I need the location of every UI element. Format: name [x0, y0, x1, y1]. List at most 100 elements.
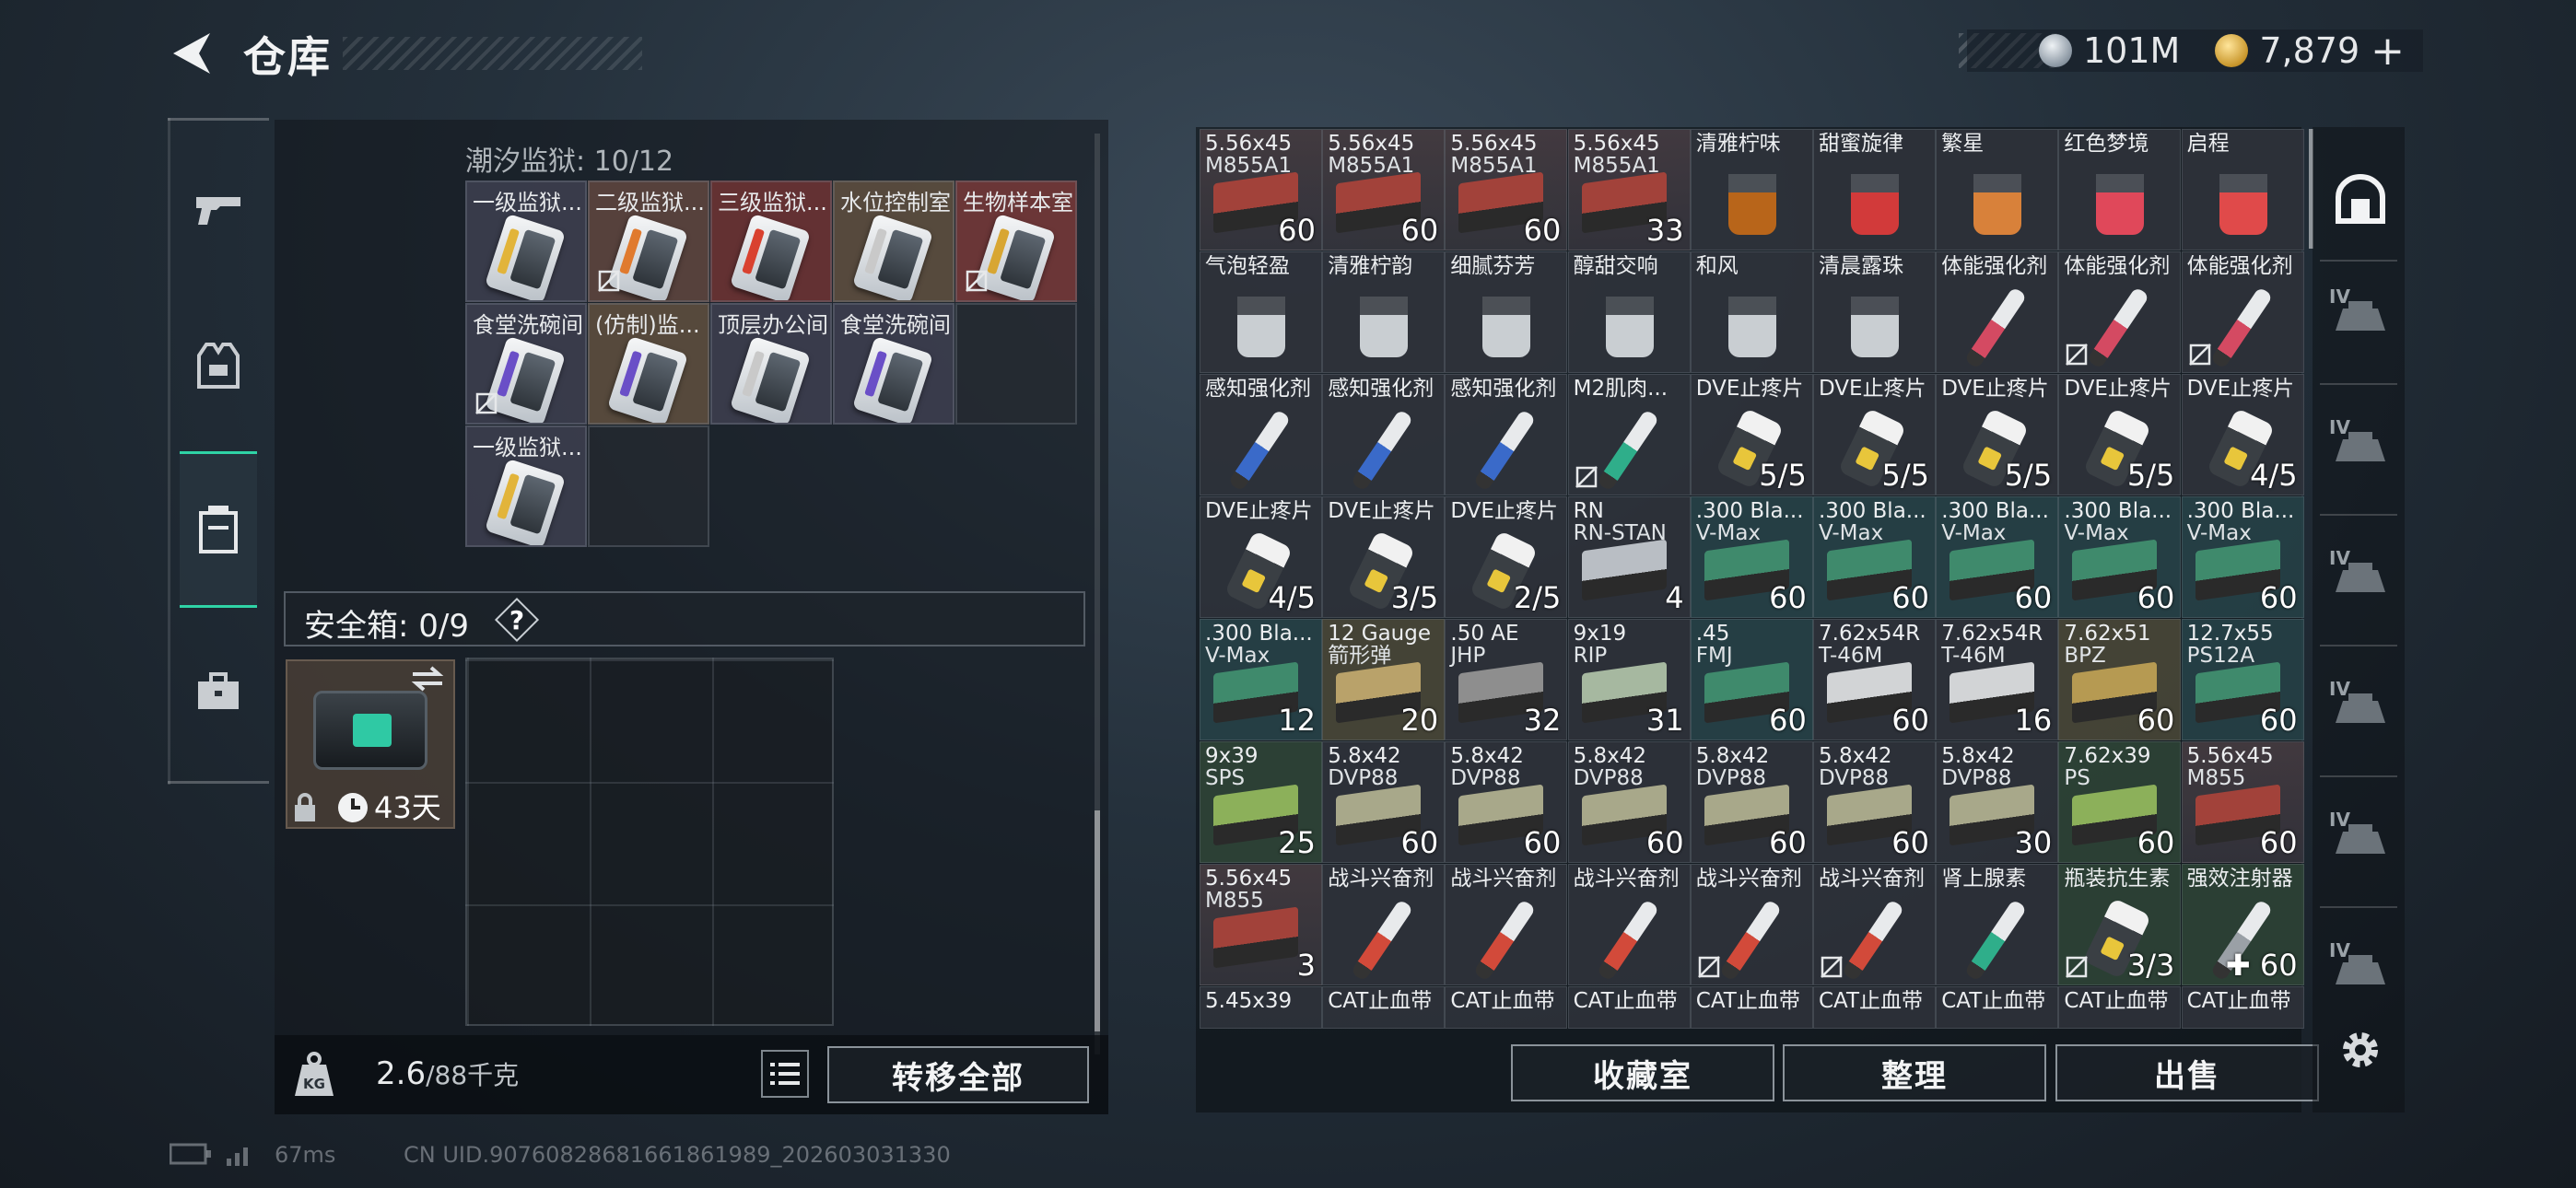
rnav-tier-filter[interactable]: IV: [2324, 542, 2397, 615]
keycard-slot[interactable]: (仿制)监...: [588, 303, 709, 425]
collection-room-button[interactable]: 收藏室: [1511, 1044, 1774, 1101]
inventory-item[interactable]: 5.45x39: [1200, 986, 1322, 1029]
inventory-item[interactable]: 强效注射器 ✚ 60: [2181, 864, 2304, 985]
rnav-all-items[interactable]: [2324, 162, 2397, 236]
inventory-item[interactable]: CAT止血带: [2058, 986, 2182, 1029]
inventory-item[interactable]: CAT止血带: [2181, 986, 2304, 1029]
safe-box-grid[interactable]: [465, 658, 834, 1026]
inventory-item[interactable]: CAT止血带: [1445, 986, 1568, 1029]
inventory-item[interactable]: .50 AE JHP 32: [1445, 619, 1568, 740]
inventory-item[interactable]: 清雅柠韵: [1322, 251, 1446, 373]
inventory-item[interactable]: 战斗兴奋剂: [1690, 864, 1813, 985]
rnav-tier-filter[interactable]: IV: [2324, 411, 2397, 484]
nav-equipment[interactable]: [180, 328, 257, 405]
inventory-item[interactable]: .45 FMJ 60: [1690, 619, 1813, 740]
empty-slot[interactable]: [588, 425, 709, 547]
rnav-tier-filter[interactable]: IV: [2324, 934, 2397, 1007]
swap-icon[interactable]: [409, 665, 446, 693]
rnav-tier-filter[interactable]: IV: [2324, 672, 2397, 746]
help-button[interactable]: ?: [498, 600, 536, 639]
inventory-item[interactable]: 体能强化剂: [2181, 251, 2304, 373]
nav-supplies[interactable]: [180, 652, 257, 729]
inventory-item[interactable]: 感知强化剂: [1200, 374, 1322, 495]
inventory-item[interactable]: 5.56x45 M855A1 60: [1200, 129, 1322, 250]
inventory-item[interactable]: 细腻芬芳: [1445, 251, 1568, 373]
inventory-item[interactable]: 感知强化剂: [1322, 374, 1446, 495]
inventory-item[interactable]: 5.56x45 M855A1 60: [1322, 129, 1446, 250]
inventory-item[interactable]: DVE止疼片 4/5: [2181, 374, 2304, 495]
inventory-item[interactable]: 7.62x54R T-46M 16: [1936, 619, 2059, 740]
keycard-slot[interactable]: 食堂洗碗间: [465, 303, 587, 425]
list-view-button[interactable]: [761, 1050, 809, 1098]
inventory-item[interactable]: 战斗兴奋剂: [1813, 864, 1936, 985]
inventory-item[interactable]: 体能强化剂: [1936, 251, 2059, 373]
stash-scrollbar-thumb[interactable]: [1095, 810, 1100, 1031]
inventory-item[interactable]: DVE止疼片 3/5: [1322, 496, 1446, 618]
inventory-item[interactable]: 清雅柠味: [1690, 129, 1813, 250]
inventory-item[interactable]: 战斗兴奋剂: [1445, 864, 1568, 985]
inventory-item[interactable]: 7.62x39 PS 60: [2058, 741, 2182, 863]
inventory-item[interactable]: 12 Gauge 箭形弹 20: [1322, 619, 1446, 740]
inventory-item[interactable]: M2肌肉...: [1567, 374, 1691, 495]
inventory-item[interactable]: 肾上腺素: [1936, 864, 2059, 985]
keycard-slot[interactable]: 二级监狱...: [588, 181, 709, 302]
add-currency-button[interactable]: +: [2371, 28, 2405, 75]
inventory-item[interactable]: 9x39 SPS 25: [1200, 741, 1322, 863]
inventory-item[interactable]: 感知强化剂: [1445, 374, 1568, 495]
keycard-slot[interactable]: 顶层办公间: [710, 303, 832, 425]
inventory-item[interactable]: 5.56x45 M855 60: [2181, 741, 2304, 863]
inventory-item[interactable]: 战斗兴奋剂: [1567, 864, 1691, 985]
keycard-slot[interactable]: 食堂洗碗间: [833, 303, 954, 425]
keycard-slot[interactable]: 水位控制室: [833, 181, 954, 302]
inventory-item[interactable]: CAT止血带: [1567, 986, 1691, 1029]
inventory-item[interactable]: DVE止疼片 5/5: [1813, 374, 1936, 495]
nav-storage[interactable]: [180, 451, 257, 608]
inventory-item[interactable]: .300 Bla... V-Max 60: [2058, 496, 2182, 618]
inventory-item[interactable]: 5.8x42 DVP88 60: [1690, 741, 1813, 863]
inventory-item[interactable]: CAT止血带: [1322, 986, 1446, 1029]
inventory-item[interactable]: 5.56x45 M855 3: [1200, 864, 1322, 985]
inventory-item[interactable]: 繁星: [1936, 129, 2059, 250]
inventory-item[interactable]: DVE止疼片 4/5: [1200, 496, 1322, 618]
inventory-item[interactable]: 和风: [1690, 251, 1813, 373]
inventory-item[interactable]: 7.62x51 BPZ 60: [2058, 619, 2182, 740]
inventory-item[interactable]: 启程: [2181, 129, 2304, 250]
nav-weapons[interactable]: [180, 171, 257, 249]
inventory-item[interactable]: 甜蜜旋律: [1813, 129, 1936, 250]
inventory-item[interactable]: .300 Bla... V-Max 60: [1690, 496, 1813, 618]
settings-button[interactable]: [2324, 1013, 2397, 1087]
inventory-item[interactable]: .300 Bla... V-Max 60: [2181, 496, 2304, 618]
inventory-item[interactable]: 清晨露珠: [1813, 251, 1936, 373]
inventory-item[interactable]: RN RN-STAN 4: [1567, 496, 1691, 618]
inventory-item[interactable]: CAT止血带: [1813, 986, 1936, 1029]
inventory-item[interactable]: 战斗兴奋剂: [1322, 864, 1446, 985]
inventory-item[interactable]: 5.56x45 M855A1 60: [1445, 129, 1568, 250]
transfer-all-button[interactable]: 转移全部: [827, 1046, 1089, 1103]
inventory-item[interactable]: 5.8x42 DVP88 60: [1567, 741, 1691, 863]
keycard-slot[interactable]: 一级监狱...: [465, 425, 587, 547]
inventory-item[interactable]: DVE止疼片 2/5: [1445, 496, 1568, 618]
inventory-item[interactable]: .300 Bla... V-Max 60: [1936, 496, 2059, 618]
empty-slot[interactable]: [955, 303, 1077, 425]
inventory-item[interactable]: 5.8x42 DVP88 60: [1322, 741, 1446, 863]
inventory-item[interactable]: 醇甜交响: [1567, 251, 1691, 373]
inventory-item[interactable]: DVE止疼片 5/5: [1690, 374, 1813, 495]
inventory-item[interactable]: DVE止疼片 5/5: [1936, 374, 2059, 495]
inventory-item[interactable]: .300 Bla... V-Max 60: [1813, 496, 1936, 618]
rnav-tier-filter[interactable]: IV: [2324, 803, 2397, 877]
keycard-slot[interactable]: 三级监狱...: [710, 181, 832, 302]
inventory-item[interactable]: 体能强化剂: [2058, 251, 2182, 373]
inventory-item[interactable]: 瓶装抗生素 3/3: [2058, 864, 2182, 985]
inventory-item[interactable]: 5.8x42 DVP88 60: [1445, 741, 1568, 863]
inventory-item[interactable]: DVE止疼片 5/5: [2058, 374, 2182, 495]
inventory-item[interactable]: 5.8x42 DVP88 60: [1813, 741, 1936, 863]
inventory-item[interactable]: 12.7x55 PS12A 60: [2181, 619, 2304, 740]
inventory-item[interactable]: 气泡轻盈: [1200, 251, 1322, 373]
inventory-item[interactable]: 7.62x54R T-46M 60: [1813, 619, 1936, 740]
inventory-item[interactable]: .300 Bla... V-Max 12: [1200, 619, 1322, 740]
inventory-item[interactable]: CAT止血带: [1690, 986, 1813, 1029]
back-button[interactable]: [166, 26, 221, 81]
inventory-item[interactable]: 红色梦境: [2058, 129, 2182, 250]
inventory-item[interactable]: 5.56x45 M855A1 33: [1567, 129, 1691, 250]
rnav-tier-filter[interactable]: IV: [2324, 280, 2397, 354]
